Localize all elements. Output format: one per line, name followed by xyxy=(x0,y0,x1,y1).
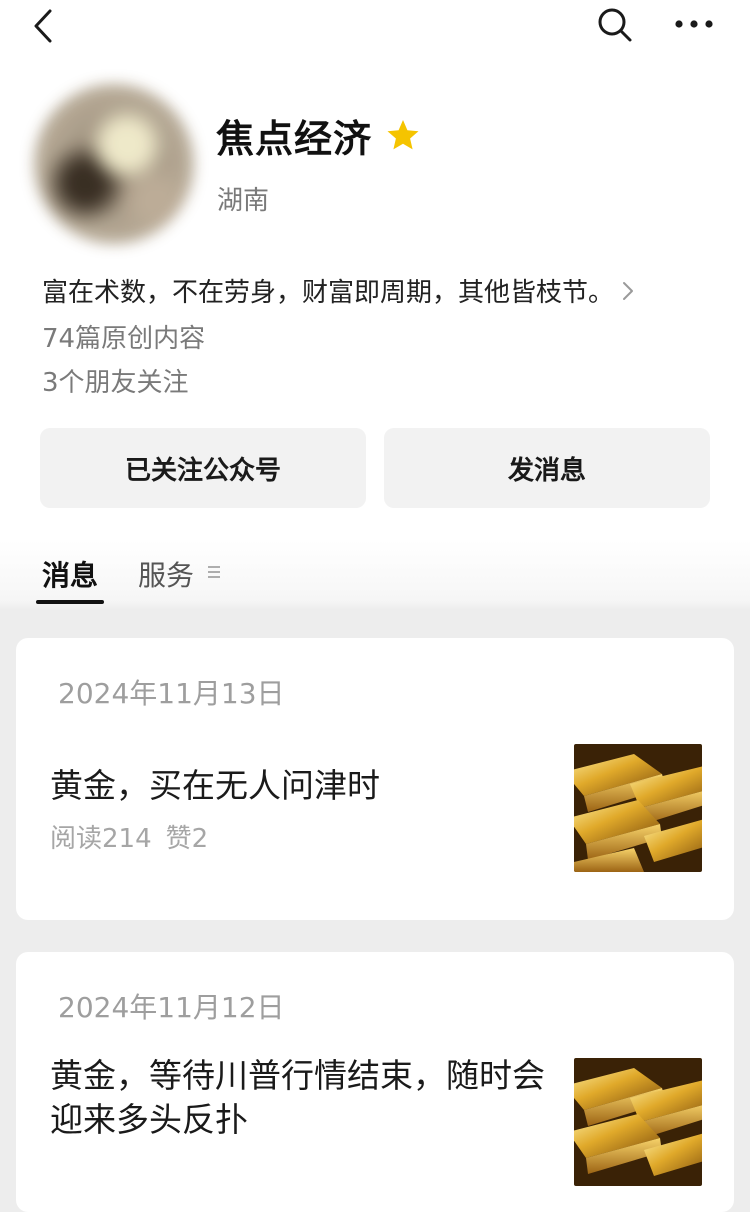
account-bio-row[interactable]: 富在术数，不在劳身，财富即周期，其他皆枝节。 xyxy=(42,272,636,309)
friends-following-count[interactable]: 3个朋友关注 xyxy=(42,362,189,399)
account-bio: 富在术数，不在劳身，财富即周期，其他皆枝节。 xyxy=(42,278,615,308)
article-thumbnail[interactable] xyxy=(574,744,702,872)
read-count: 阅读214 xyxy=(50,824,152,854)
search-icon[interactable] xyxy=(596,6,634,44)
article-card[interactable]: 2024年11月13日 黄金，买在无人问津时 阅读214 赞2 xyxy=(16,638,734,920)
article-meta: 阅读214 赞2 xyxy=(50,818,208,855)
star-icon xyxy=(387,120,419,150)
send-message-button[interactable]: 发消息 xyxy=(384,428,710,508)
account-title-row: 焦点经济 xyxy=(216,108,420,162)
tab-services[interactable]: 服务 xyxy=(138,554,194,594)
chevron-right-icon xyxy=(623,281,634,300)
followed-account-button[interactable]: 已关注公众号 xyxy=(40,428,366,508)
article-title[interactable]: 黄金，等待川普行情结束，随时会迎来多头反扑 xyxy=(50,1054,550,1142)
article-card[interactable]: 2024年11月12日 黄金，等待川普行情结束，随时会迎来多头反扑 xyxy=(16,952,734,1212)
article-title[interactable]: 黄金，买在无人问津时 xyxy=(50,764,380,808)
chevron-left-icon[interactable] xyxy=(30,8,58,44)
tab-messages[interactable]: 消息 xyxy=(42,554,98,594)
menu-icon[interactable] xyxy=(207,564,221,580)
avatar[interactable] xyxy=(34,84,194,244)
more-horizontal-icon[interactable] xyxy=(673,12,715,36)
article-thumbnail[interactable] xyxy=(574,1058,702,1186)
account-location: 湖南 xyxy=(217,186,270,216)
original-content-count[interactable]: 74篇原创内容 xyxy=(42,318,205,355)
like-count: 赞2 xyxy=(165,824,209,854)
account-name: 焦点经济 xyxy=(216,116,373,161)
article-date: 2024年11月13日 xyxy=(58,677,285,710)
article-date: 2024年11月12日 xyxy=(58,991,285,1024)
active-tab-indicator xyxy=(36,600,104,604)
